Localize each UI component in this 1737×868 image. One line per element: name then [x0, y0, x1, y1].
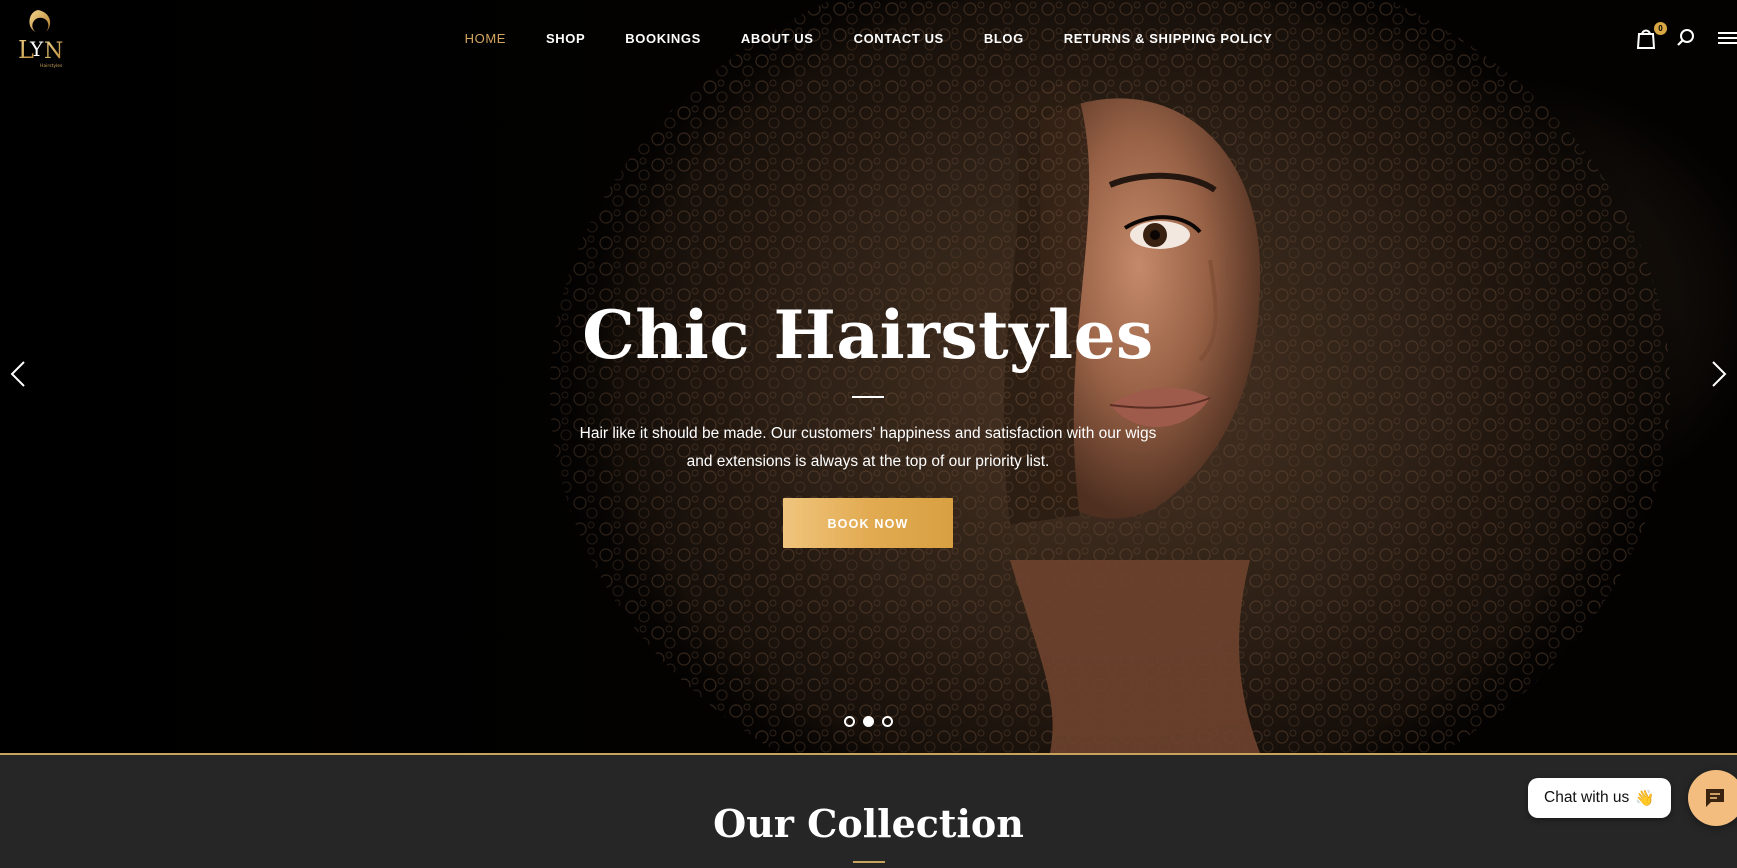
search-icon[interactable]: [1675, 26, 1699, 50]
slider-next-arrow[interactable]: [1707, 358, 1731, 390]
collection-section: Our Collection: [0, 755, 1737, 868]
chat-with-us-bubble[interactable]: Chat with us 👋: [1528, 778, 1671, 818]
cart-count-badge: 0: [1654, 22, 1667, 35]
nav-item-contact-us[interactable]: CONTACT US: [854, 31, 944, 46]
page: L Y N Hairstyles HOME SHOP BOOKINGS ABOU…: [0, 0, 1737, 868]
slider-dots: [0, 716, 1737, 727]
slide-content: Chic Hairstyles Hair like it should be m…: [568, 290, 1168, 548]
nav-item-returns-shipping[interactable]: RETURNS & SHIPPING POLICY: [1064, 31, 1273, 46]
chevron-right-icon: [1712, 361, 1727, 387]
nav-item-blog[interactable]: BLOG: [984, 31, 1024, 46]
chat-icon: [1706, 789, 1724, 807]
collection-title: Our Collection: [713, 801, 1024, 846]
slide-description: Hair like it should be made. Our custome…: [579, 425, 1157, 470]
shopping-bag-icon[interactable]: 0: [1635, 22, 1667, 50]
menu-icon[interactable]: [1715, 26, 1737, 50]
slider-prev-arrow[interactable]: [6, 358, 30, 390]
slide-divider: [852, 396, 884, 398]
slider-dot-1[interactable]: [844, 716, 855, 727]
header-actions: 0: [1635, 22, 1737, 54]
slide-title: Chic Hairstyles: [582, 296, 1154, 374]
hero-slider: L Y N Hairstyles HOME SHOP BOOKINGS ABOU…: [0, 0, 1737, 753]
nav-item-about-us[interactable]: ABOUT US: [741, 31, 814, 46]
collection-divider: [853, 861, 885, 863]
main-navigation: HOME SHOP BOOKINGS ABOUT US CONTACT US B…: [0, 0, 1737, 76]
nav-item-home[interactable]: HOME: [465, 31, 506, 46]
nav-item-bookings[interactable]: BOOKINGS: [625, 31, 701, 46]
nav-item-shop[interactable]: SHOP: [546, 31, 585, 46]
chevron-left-icon: [10, 361, 25, 387]
book-now-button[interactable]: BOOK NOW: [783, 498, 953, 548]
site-header: L Y N Hairstyles HOME SHOP BOOKINGS ABOU…: [0, 0, 1737, 76]
chat-launcher-button[interactable]: [1688, 770, 1737, 826]
chat-bubble-label: Chat with us: [1544, 789, 1630, 806]
slider-dot-2[interactable]: [863, 716, 874, 727]
slider-dot-3[interactable]: [882, 716, 893, 727]
waving-hand-icon: 👋: [1635, 789, 1655, 807]
